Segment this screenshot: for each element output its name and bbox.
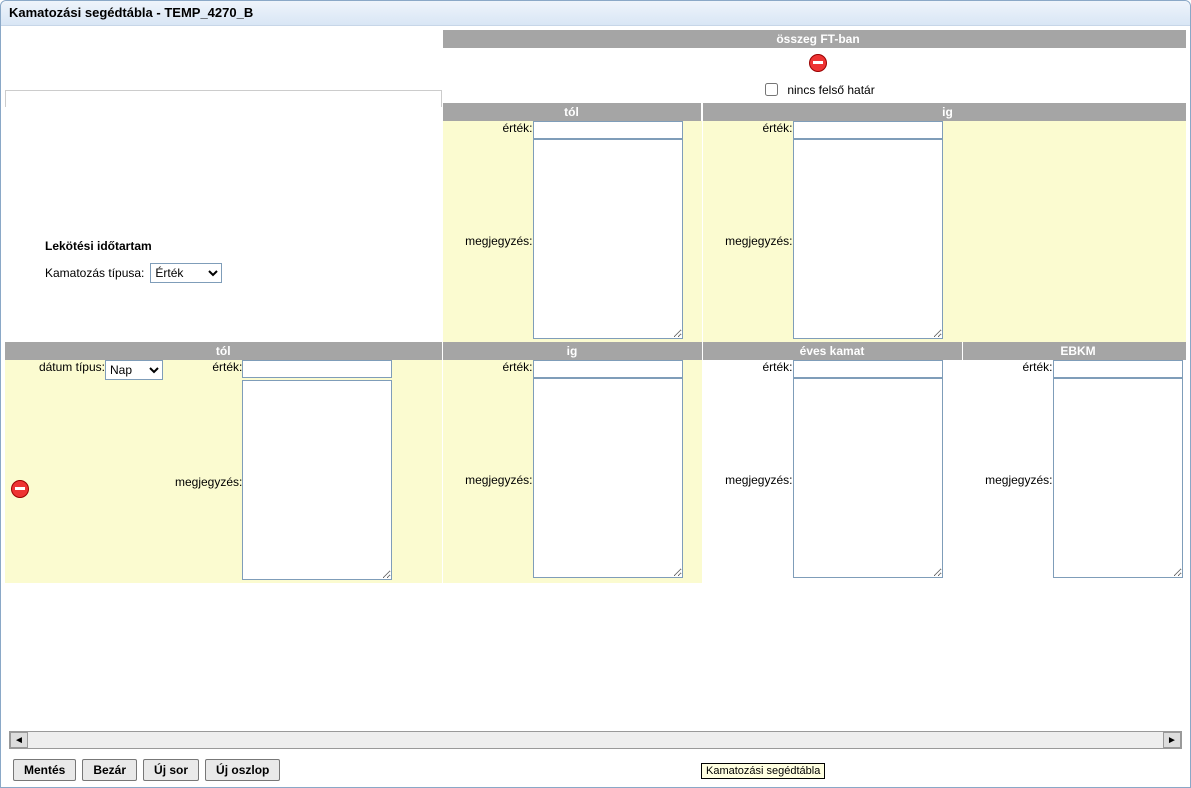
tooltip: Kamatozási segédtábla	[701, 763, 825, 779]
row-ek-note-label: megjegyzés:	[703, 378, 793, 581]
horizontal-scrollbar[interactable]: ◄ ►	[9, 731, 1182, 749]
row-tol-note-input[interactable]	[242, 380, 392, 580]
row-ig-note-input[interactable]	[533, 378, 683, 578]
scroll-right-arrow[interactable]: ►	[1163, 732, 1181, 748]
row-ebkm-value-label: érték:	[963, 360, 1053, 378]
section-title-duration: Lekötési időtartam	[45, 237, 442, 255]
row-ig-value-input[interactable]	[533, 360, 683, 378]
delete-row-icon[interactable]	[11, 480, 29, 498]
scroll-left-arrow[interactable]: ◄	[10, 732, 28, 748]
top-ig-value-label: érték:	[703, 121, 793, 139]
row-ebkm-note-input[interactable]	[1053, 378, 1183, 578]
top-tol-value-label: érték:	[443, 121, 533, 139]
window-title: Kamatozási segédtábla - TEMP_4270_B	[1, 1, 1190, 26]
date-type-select[interactable]: Nap	[105, 360, 163, 380]
header-ebkm: EBKM	[962, 342, 1186, 360]
header-tol: tól	[5, 342, 442, 360]
header-amount-ft: összeg FT-ban	[442, 30, 1186, 48]
header-ig: ig	[442, 342, 702, 360]
row-ebkm-value-input[interactable]	[1053, 360, 1183, 378]
top-ig-value-input[interactable]	[793, 121, 943, 139]
top-ig-note-label: megjegyzés:	[703, 139, 793, 342]
row-ebkm-note-label: megjegyzés:	[963, 378, 1053, 581]
top-tol-note-input[interactable]	[533, 139, 683, 339]
save-button[interactable]: Mentés	[13, 759, 76, 781]
header-eves-kamat: éves kamat	[702, 342, 962, 360]
no-upper-limit-checkbox[interactable]	[765, 83, 778, 96]
row-ig-note-label: megjegyzés:	[443, 378, 533, 581]
delete-col-icon[interactable]	[809, 54, 827, 72]
row-tol-value-input[interactable]	[242, 360, 392, 378]
no-upper-limit-label: nincs felső határ	[787, 83, 874, 97]
row-ig-value-label: érték:	[443, 360, 533, 378]
date-type-label: dátum típus:	[5, 360, 105, 380]
top-tol-value-input[interactable]	[533, 121, 683, 139]
row-ek-note-input[interactable]	[793, 378, 943, 578]
row-tol-note-label: megjegyzés:	[175, 380, 242, 583]
close-button[interactable]: Bezár	[82, 759, 137, 781]
new-row-button[interactable]: Új sor	[143, 759, 199, 781]
row-ek-value-input[interactable]	[793, 360, 943, 378]
top-tol-note-label: megjegyzés:	[443, 139, 533, 342]
header-tol-top: tól	[443, 103, 702, 121]
no-upper-limit-group[interactable]: nincs felső határ	[443, 80, 1187, 99]
header-ig-top: ig	[703, 103, 1187, 121]
interest-type-label: Kamatozás típusa:	[45, 266, 144, 280]
new-col-button[interactable]: Új oszlop	[205, 759, 280, 781]
row-ek-value-label: érték:	[703, 360, 793, 378]
row-tol-value-label: érték:	[175, 360, 242, 380]
button-bar: Mentés Bezár Új sor Új oszlop	[5, 753, 1186, 787]
top-ig-note-input[interactable]	[793, 139, 943, 339]
interest-type-select[interactable]: Érték	[150, 263, 222, 283]
